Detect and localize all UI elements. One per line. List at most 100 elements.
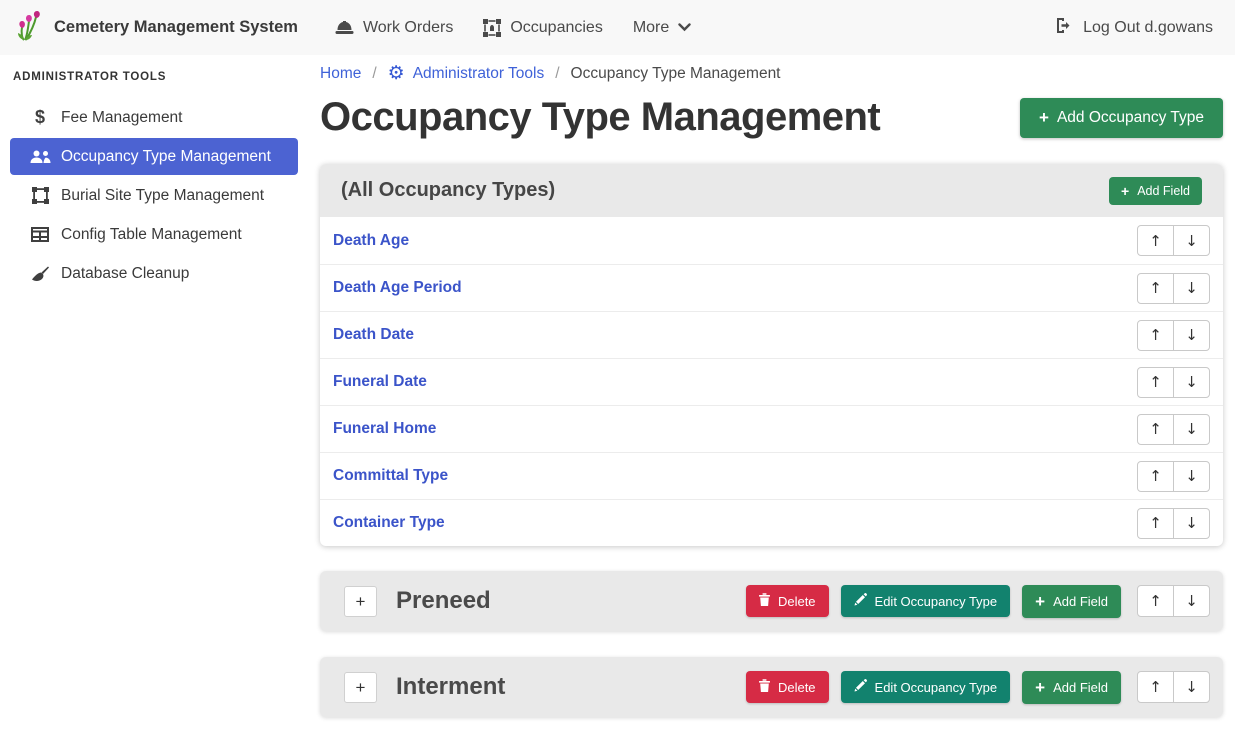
- plus-icon: +: [1035, 593, 1045, 610]
- tulip-logo-icon: [16, 9, 44, 46]
- move-down-button[interactable]: ↓: [1173, 273, 1210, 304]
- card-header: (All Occupancy Types) + Add Field: [320, 164, 1223, 217]
- all-occupancy-types-card: (All Occupancy Types) + Add Field Death …: [320, 164, 1223, 546]
- move-up-button[interactable]: ↑: [1137, 225, 1174, 256]
- reorder-controls: ↑ ↓: [1137, 273, 1210, 304]
- plus-icon: +: [1121, 184, 1129, 198]
- breadcrumb-admin-tools-link[interactable]: ⚙ Administrator Tools: [388, 64, 545, 83]
- app-brand[interactable]: Cemetery Management System: [16, 9, 298, 46]
- expand-button[interactable]: +: [344, 672, 377, 703]
- plus-icon: +: [1039, 109, 1049, 126]
- add-occupancy-type-label: Add Occupancy Type: [1057, 109, 1204, 127]
- reorder-controls: ↑ ↓: [1137, 367, 1210, 398]
- move-down-button[interactable]: ↓: [1173, 508, 1210, 539]
- gear-icon: ⚙: [388, 64, 405, 83]
- dollar-icon: $: [29, 107, 51, 128]
- move-up-button[interactable]: ↑: [1137, 367, 1174, 398]
- breadcrumb-separator: /: [372, 65, 376, 83]
- section-title: Preneed: [396, 587, 746, 615]
- sidebar-item-occupancy-type-management[interactable]: Occupancy Type Management: [10, 138, 298, 175]
- breadcrumb-admin-tools-label: Administrator Tools: [413, 65, 545, 83]
- expand-button[interactable]: +: [344, 586, 377, 617]
- field-row: Funeral Home ↑ ↓: [320, 405, 1223, 452]
- add-field-label: Add Field: [1053, 680, 1108, 695]
- nav-work-orders-label: Work Orders: [363, 19, 453, 37]
- pencil-icon: [854, 593, 867, 609]
- field-row: Funeral Date ↑ ↓: [320, 358, 1223, 405]
- delete-label: Delete: [778, 594, 816, 609]
- delete-button[interactable]: Delete: [746, 585, 829, 617]
- move-down-button[interactable]: ↓: [1173, 585, 1210, 617]
- add-occupancy-type-button[interactable]: + Add Occupancy Type: [1020, 98, 1223, 138]
- move-down-button[interactable]: ↓: [1173, 320, 1210, 351]
- delete-button[interactable]: Delete: [746, 671, 829, 703]
- sidebar-item-label: Occupancy Type Management: [61, 148, 271, 166]
- nav-occupancies[interactable]: Occupancies: [468, 9, 618, 47]
- vector-square-icon: [29, 187, 51, 204]
- main-content: Home / ⚙ Administrator Tools / Occupancy…: [308, 55, 1235, 738]
- field-link-committal-type[interactable]: Committal Type: [333, 467, 1137, 485]
- field-link-death-age[interactable]: Death Age: [333, 232, 1137, 250]
- edit-occupancy-type-label: Edit Occupancy Type: [875, 680, 998, 695]
- add-field-label: Add Field: [1137, 184, 1190, 198]
- move-up-button[interactable]: ↑: [1137, 585, 1174, 617]
- move-down-button[interactable]: ↓: [1173, 225, 1210, 256]
- add-field-button[interactable]: + Add Field: [1022, 585, 1121, 618]
- move-up-button[interactable]: ↑: [1137, 320, 1174, 351]
- occupancy-type-section-interment: + Interment Delete: [320, 657, 1223, 717]
- chevron-down-icon: [678, 23, 691, 32]
- nav-work-orders[interactable]: Work Orders: [320, 9, 468, 47]
- field-link-death-date[interactable]: Death Date: [333, 326, 1137, 344]
- sidebar-item-config-table-management[interactable]: Config Table Management: [10, 216, 298, 253]
- add-field-label: Add Field: [1053, 594, 1108, 609]
- occupancy-type-section-preneed: + Preneed Delete: [320, 571, 1223, 631]
- broom-icon: [29, 266, 51, 282]
- logout-button[interactable]: Log Out d.gowans: [1049, 7, 1219, 49]
- breadcrumb-home-link[interactable]: Home: [320, 65, 361, 83]
- breadcrumb-current: Occupancy Type Management: [571, 65, 781, 83]
- edit-occupancy-type-label: Edit Occupancy Type: [875, 594, 998, 609]
- field-link-funeral-date[interactable]: Funeral Date: [333, 373, 1137, 391]
- move-up-button[interactable]: ↑: [1137, 414, 1174, 445]
- reorder-controls: ↑ ↓: [1137, 225, 1210, 256]
- edit-occupancy-type-button[interactable]: Edit Occupancy Type: [841, 671, 1011, 703]
- move-up-button[interactable]: ↑: [1137, 671, 1174, 703]
- table-icon: [29, 227, 51, 242]
- nav-more-label: More: [633, 19, 669, 37]
- field-row: Container Type ↑ ↓: [320, 499, 1223, 546]
- breadcrumb: Home / ⚙ Administrator Tools / Occupancy…: [320, 64, 1223, 83]
- field-link-death-age-period[interactable]: Death Age Period: [333, 279, 1137, 297]
- move-down-button[interactable]: ↓: [1173, 671, 1210, 703]
- edit-occupancy-type-button[interactable]: Edit Occupancy Type: [841, 585, 1011, 617]
- move-up-button[interactable]: ↑: [1137, 273, 1174, 304]
- field-link-funeral-home[interactable]: Funeral Home: [333, 420, 1137, 438]
- section-title: Interment: [396, 673, 746, 701]
- reorder-controls: ↑ ↓: [1137, 508, 1210, 539]
- add-field-button[interactable]: + Add Field: [1022, 671, 1121, 704]
- reorder-controls: ↑ ↓: [1137, 414, 1210, 445]
- sidebar-heading: ADMINISTRATOR TOOLS: [0, 61, 308, 97]
- field-link-container-type[interactable]: Container Type: [333, 514, 1137, 532]
- trash-icon: [759, 679, 770, 695]
- page-header: Occupancy Type Management + Add Occupanc…: [320, 95, 1223, 140]
- move-down-button[interactable]: ↓: [1173, 414, 1210, 445]
- main-nav: Work Orders Occupancies More: [320, 9, 706, 47]
- field-row: Death Age Period ↑ ↓: [320, 264, 1223, 311]
- reorder-controls: ↑ ↓: [1137, 671, 1210, 703]
- sidebar-item-database-cleanup[interactable]: Database Cleanup: [10, 255, 298, 292]
- add-field-button[interactable]: + Add Field: [1109, 177, 1202, 205]
- sidebar-item-label: Burial Site Type Management: [61, 187, 264, 205]
- move-up-button[interactable]: ↑: [1137, 508, 1174, 539]
- field-row: Committal Type ↑ ↓: [320, 452, 1223, 499]
- users-icon: [29, 150, 51, 164]
- sidebar-item-fee-management[interactable]: $ Fee Management: [10, 99, 298, 136]
- move-up-button[interactable]: ↑: [1137, 461, 1174, 492]
- move-down-button[interactable]: ↓: [1173, 367, 1210, 398]
- reorder-controls: ↑ ↓: [1137, 461, 1210, 492]
- sign-out-icon: [1055, 17, 1074, 39]
- move-down-button[interactable]: ↓: [1173, 461, 1210, 492]
- nav-more[interactable]: More: [618, 9, 706, 47]
- monument-frame-icon: [483, 19, 501, 37]
- breadcrumb-separator: /: [555, 65, 559, 83]
- sidebar-item-burial-site-type-management[interactable]: Burial Site Type Management: [10, 177, 298, 214]
